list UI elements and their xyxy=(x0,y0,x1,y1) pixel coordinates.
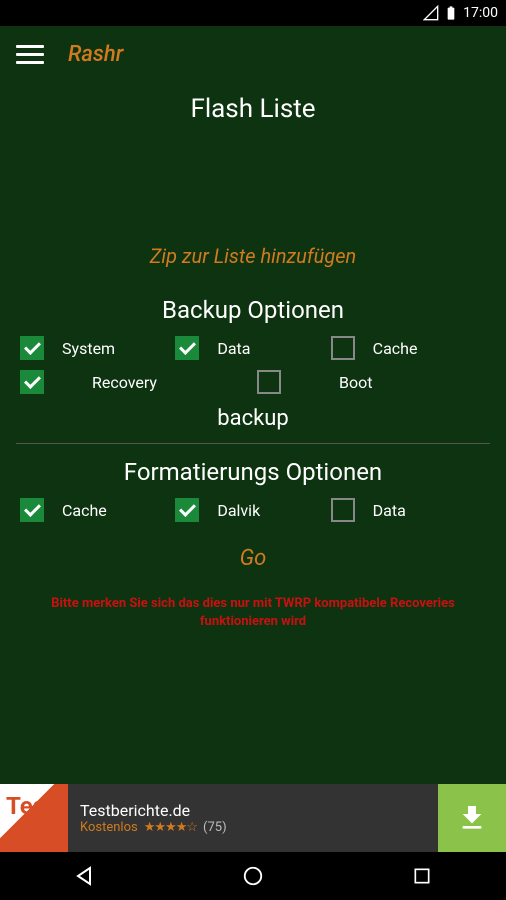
go-button[interactable]: Go xyxy=(16,546,490,571)
label-data: Data xyxy=(217,339,250,358)
backup-row-1: System Data Cache xyxy=(16,336,490,360)
signal-icon xyxy=(423,5,439,21)
checkbox-data[interactable] xyxy=(175,336,199,360)
ad-download-button[interactable] xyxy=(438,784,506,852)
page-title: Flash Liste xyxy=(16,94,490,124)
checkbox-cache[interactable] xyxy=(331,336,355,360)
hamburger-menu-icon[interactable] xyxy=(16,40,44,68)
label-fmt-data: Data xyxy=(373,501,406,520)
ad-price: Kostenlos xyxy=(80,820,138,835)
navigation-bar xyxy=(0,852,506,900)
app-title: Rashr xyxy=(68,42,123,67)
add-zip-button[interactable]: Zip zur Liste hinzufügen xyxy=(16,244,490,268)
label-system: System xyxy=(62,339,115,358)
label-fmt-cache: Cache xyxy=(62,501,107,520)
format-row: Cache Dalvik Data xyxy=(16,498,490,522)
ad-stars: ★★★★☆ xyxy=(144,820,197,835)
label-recovery: Recovery xyxy=(92,373,157,392)
format-section-title: Formatierungs Optionen xyxy=(16,458,490,486)
nav-home-button[interactable] xyxy=(239,862,267,890)
label-fmt-dalvik: Dalvik xyxy=(217,501,260,520)
nav-back-button[interactable] xyxy=(70,862,98,890)
nav-recent-button[interactable] xyxy=(408,862,436,890)
checkbox-fmt-cache[interactable] xyxy=(20,498,44,522)
app-bar: Rashr xyxy=(0,26,506,82)
divider xyxy=(16,443,490,444)
checkbox-recovery[interactable] xyxy=(20,370,44,394)
main-content: Flash Liste Zip zur Liste hinzufügen Bac… xyxy=(0,82,506,639)
ad-content: Testberichte.de Kostenlos ★★★★☆ (75) xyxy=(68,801,438,835)
backup-folder-label[interactable]: backup xyxy=(16,406,490,431)
battery-icon xyxy=(443,5,459,21)
ad-banner[interactable]: Tes Testberichte.de Kostenlos ★★★★☆ (75) xyxy=(0,784,506,852)
backup-section-title: Backup Optionen xyxy=(16,296,490,324)
warning-text: Bitte merken Sie sich das dies nur mit T… xyxy=(16,595,490,631)
backup-row-2: Recovery Boot xyxy=(16,370,490,394)
label-boot: Boot xyxy=(339,373,372,392)
download-icon xyxy=(456,802,488,834)
status-bar: 17:00 xyxy=(0,0,506,26)
checkbox-fmt-data[interactable] xyxy=(331,498,355,522)
status-time: 17:00 xyxy=(463,5,498,21)
ad-count: (75) xyxy=(203,820,227,835)
checkbox-fmt-dalvik[interactable] xyxy=(175,498,199,522)
checkbox-system[interactable] xyxy=(20,336,44,360)
ad-app-icon: Tes xyxy=(0,784,68,852)
ad-title: Testberichte.de xyxy=(80,801,426,820)
label-cache: Cache xyxy=(373,339,418,358)
checkbox-boot[interactable] xyxy=(257,370,281,394)
